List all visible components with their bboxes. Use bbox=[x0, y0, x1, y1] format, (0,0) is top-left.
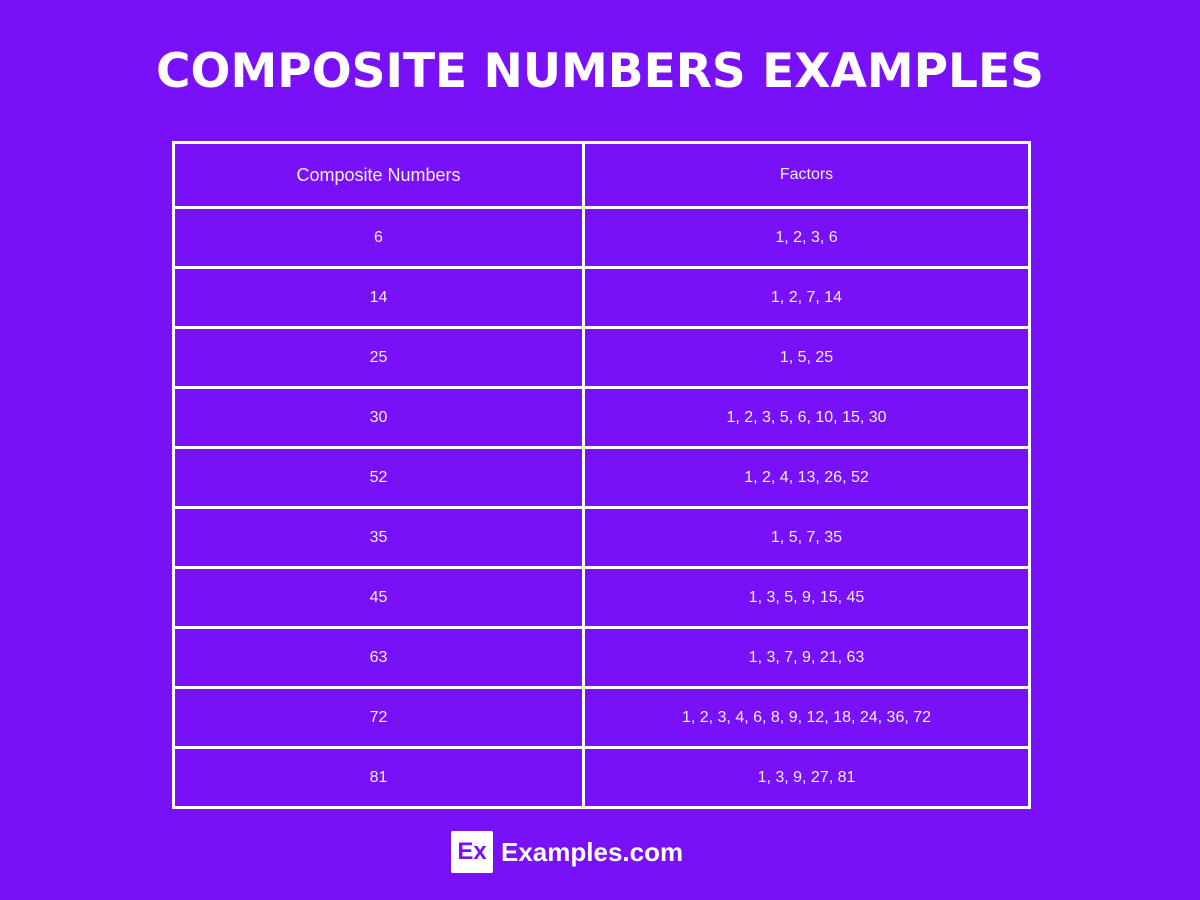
composite-number-cell: 14 bbox=[172, 266, 585, 329]
composite-number-cell: 25 bbox=[172, 326, 585, 389]
header-composite-numbers: Composite Numbers bbox=[172, 141, 585, 209]
factors-cell: 1, 3, 5, 9, 15, 45 bbox=[582, 566, 1031, 629]
composite-number-cell: 45 bbox=[172, 566, 585, 629]
factors-cell: 1, 2, 3, 5, 6, 10, 15, 30 bbox=[582, 386, 1031, 449]
factors-cell: 1, 2, 7, 14 bbox=[582, 266, 1031, 329]
factors-cell: 1, 2, 4, 13, 26, 52 bbox=[582, 446, 1031, 509]
header-factors: Factors bbox=[582, 141, 1031, 209]
table-row: 25 1, 5, 25 bbox=[172, 326, 1031, 389]
composite-number-cell: 35 bbox=[172, 506, 585, 569]
brand-footer: Ex Examples.com bbox=[451, 831, 683, 873]
composite-number-cell: 52 bbox=[172, 446, 585, 509]
table-header-row: Composite Numbers Factors bbox=[172, 141, 1031, 209]
examples-logo-icon: Ex bbox=[451, 831, 493, 873]
composite-numbers-table: Composite Numbers Factors 6 1, 2, 3, 6 1… bbox=[172, 141, 1031, 809]
composite-number-cell: 72 bbox=[172, 686, 585, 749]
table-row: 81 1, 3, 9, 27, 81 bbox=[172, 746, 1031, 809]
logo-text: Ex bbox=[457, 838, 487, 865]
factors-cell: 1, 2, 3, 4, 6, 8, 9, 12, 18, 24, 36, 72 bbox=[582, 686, 1031, 749]
factors-cell: 1, 3, 9, 27, 81 bbox=[582, 746, 1031, 809]
factors-cell: 1, 2, 3, 6 bbox=[582, 206, 1031, 269]
table-row: 35 1, 5, 7, 35 bbox=[172, 506, 1031, 569]
composite-number-cell: 81 bbox=[172, 746, 585, 809]
factors-cell: 1, 3, 7, 9, 21, 63 bbox=[582, 626, 1031, 689]
page-title: COMPOSITE NUMBERS EXAMPLES bbox=[156, 44, 1044, 99]
brand-name: Examples.com bbox=[501, 836, 684, 867]
table-row: 52 1, 2, 4, 13, 26, 52 bbox=[172, 446, 1031, 509]
table-row: 63 1, 3, 7, 9, 21, 63 bbox=[172, 626, 1031, 689]
factors-cell: 1, 5, 25 bbox=[582, 326, 1031, 389]
composite-number-cell: 63 bbox=[172, 626, 585, 689]
table-row: 30 1, 2, 3, 5, 6, 10, 15, 30 bbox=[172, 386, 1031, 449]
composite-number-cell: 30 bbox=[172, 386, 585, 449]
table-row: 45 1, 3, 5, 9, 15, 45 bbox=[172, 566, 1031, 629]
table-row: 6 1, 2, 3, 6 bbox=[172, 206, 1031, 269]
table-row: 72 1, 2, 3, 4, 6, 8, 9, 12, 18, 24, 36, … bbox=[172, 686, 1031, 749]
table-row: 14 1, 2, 7, 14 bbox=[172, 266, 1031, 329]
composite-number-cell: 6 bbox=[172, 206, 585, 269]
factors-cell: 1, 5, 7, 35 bbox=[582, 506, 1031, 569]
